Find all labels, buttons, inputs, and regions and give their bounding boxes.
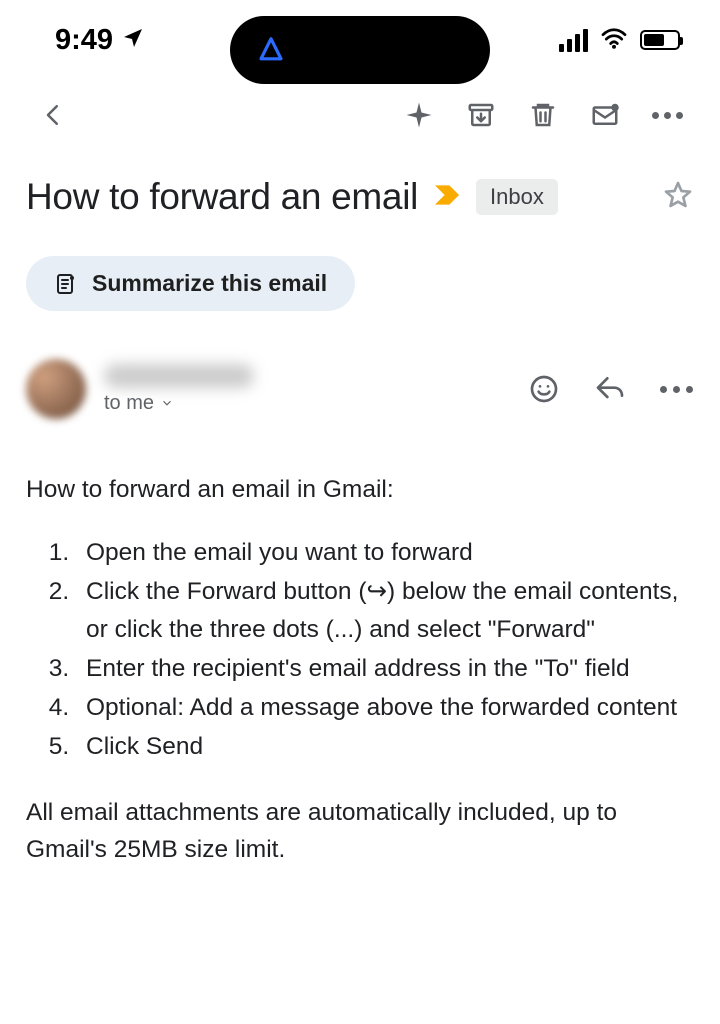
inbox-label[interactable]: Inbox: [476, 179, 558, 215]
sparkle-icon[interactable]: [394, 90, 444, 140]
sender-name[interactable]: [104, 364, 254, 388]
list-item: Open the email you want to forward: [76, 534, 694, 571]
body-intro: How to forward an email in Gmail:: [26, 471, 694, 508]
subject-row: How to forward an email Inbox: [0, 166, 720, 226]
list-item: Enter the recipient's email address in t…: [76, 650, 694, 687]
status-bar: 9:49: [0, 0, 720, 80]
mark-unread-button[interactable]: [580, 90, 630, 140]
location-icon: [121, 26, 145, 55]
battery-icon: [640, 30, 680, 50]
body-footer: All email attachments are automatically …: [26, 794, 694, 868]
recipient-line[interactable]: to me: [104, 392, 254, 415]
steps-list: Open the email you want to forward Click…: [26, 508, 694, 793]
toolbar: [0, 80, 720, 166]
sender-more-button[interactable]: [658, 371, 694, 407]
email-body: How to forward an email in Gmail: Open t…: [0, 427, 720, 912]
avatar[interactable]: [26, 359, 86, 419]
list-item: Click Send: [76, 728, 694, 765]
back-button[interactable]: [28, 90, 78, 140]
more-button[interactable]: [642, 90, 692, 140]
important-marker-icon[interactable]: [432, 183, 462, 212]
star-button[interactable]: [662, 179, 694, 216]
react-button[interactable]: [526, 371, 562, 407]
list-item: Optional: Add a message above the forwar…: [76, 689, 694, 726]
email-subject: How to forward an email: [26, 176, 418, 218]
summarize-button[interactable]: Summarize this email: [26, 256, 355, 311]
reply-button[interactable]: [592, 371, 628, 407]
list-item: Click the Forward button (↪) below the e…: [76, 573, 694, 647]
wifi-icon: [600, 27, 628, 54]
archive-button[interactable]: [456, 90, 506, 140]
delete-button[interactable]: [518, 90, 568, 140]
signal-icon: [559, 29, 588, 52]
dynamic-island: [230, 16, 490, 84]
status-time: 9:49: [55, 24, 113, 57]
summarize-label: Summarize this email: [92, 270, 327, 297]
sender-row: to me: [0, 331, 720, 427]
